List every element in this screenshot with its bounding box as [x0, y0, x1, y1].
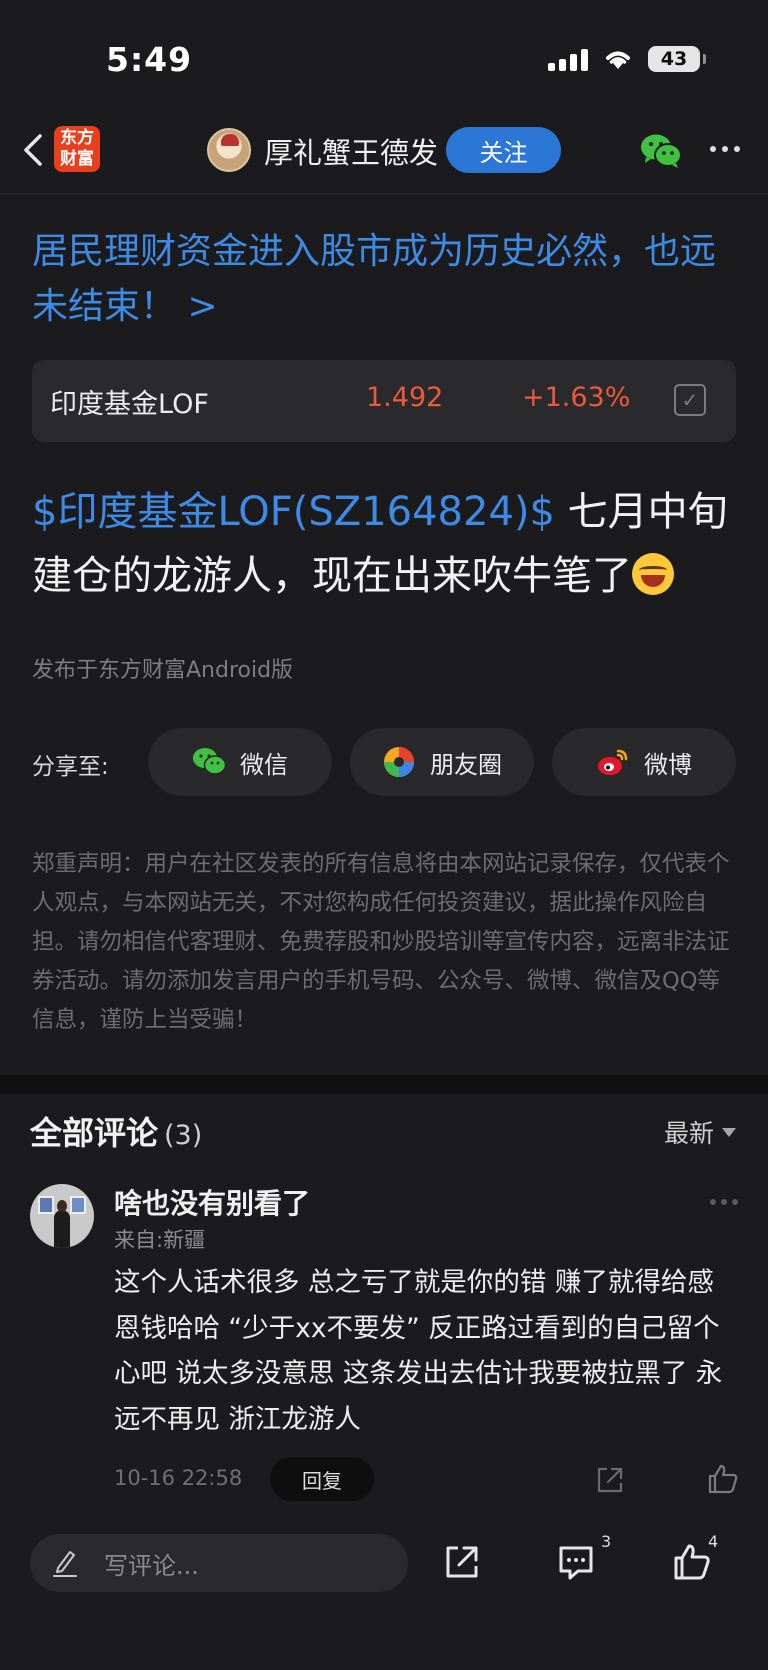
- back-arrow-icon[interactable]: [14, 130, 54, 170]
- logo-text-bottom: 财富: [60, 149, 94, 169]
- comment-more-icon[interactable]: [710, 1199, 738, 1205]
- reply-button[interactable]: 回复: [270, 1457, 374, 1501]
- status-bar: 5:49 43: [0, 0, 768, 110]
- comment-time: 10-16 22:58: [114, 1466, 243, 1490]
- follow-button[interactable]: 关注: [446, 127, 561, 173]
- sort-dropdown[interactable]: 最新: [664, 1114, 736, 1150]
- comment-author[interactable]: 啥也没有别看了: [114, 1182, 310, 1222]
- fund-price: 1.492: [366, 382, 444, 413]
- post-source: 发布于东方财富Android版: [32, 658, 294, 683]
- comment-like-icon[interactable]: [706, 1462, 740, 1496]
- weibo-icon: [598, 749, 628, 775]
- status-time: 5:49: [106, 40, 193, 79]
- share-weibo-label: 微博: [644, 750, 692, 779]
- wechat-icon: [193, 748, 226, 775]
- laughing-tears-emoji-icon: [632, 553, 674, 595]
- like-count-badge: 4: [708, 1532, 719, 1551]
- wechat-share-icon[interactable]: [640, 132, 682, 170]
- topic-link[interactable]: 居民理财资金进入股市成为历史必然，也远未结束！ >: [32, 224, 742, 334]
- fund-change: +1.63%: [522, 382, 631, 413]
- eastmoney-logo[interactable]: 东方 财富: [54, 126, 100, 172]
- comment-avatar[interactable]: [30, 1184, 94, 1248]
- share-label: 分享至:: [32, 754, 109, 780]
- disclaimer-text: 郑重声明：用户在社区发表的所有信息将由本网站记录保存，仅代表个人观点，与本网站无…: [32, 851, 730, 1033]
- comment-text: 这个人话术很多 总之亏了就是你的错 赚了就得给感恩钱哈哈 “少于xx不要发” 反…: [114, 1267, 723, 1435]
- like-thumb-icon[interactable]: [672, 1542, 712, 1582]
- section-divider: [0, 1075, 768, 1094]
- pencil-icon: [53, 1551, 77, 1577]
- comment-location: 来自:新疆: [114, 1228, 206, 1252]
- author-name[interactable]: 厚礼蟹王德发: [264, 130, 438, 172]
- share-moments-label: 朋友圈: [430, 750, 502, 779]
- moments-aperture-icon: [384, 747, 414, 777]
- comment-input-placeholder: 写评论...: [104, 1551, 199, 1580]
- battery-icon: 43: [648, 46, 706, 72]
- bottom-action-bar: 写评论... 3 4: [0, 1514, 768, 1670]
- watchlist-check-icon[interactable]: ✓: [674, 384, 706, 416]
- wifi-icon: [606, 51, 630, 69]
- comments-count: (3): [164, 1120, 203, 1151]
- author-avatar[interactable]: [207, 128, 251, 172]
- comment-count-badge: 3: [601, 1532, 612, 1551]
- fund-quote-card[interactable]: 印度基金LOF 1.492 +1.63% ✓: [32, 360, 736, 442]
- comment-input[interactable]: 写评论...: [30, 1534, 408, 1592]
- cellular-signal-icon: [548, 47, 588, 71]
- share-weibo-button[interactable]: 微博: [552, 728, 736, 796]
- stock-tag-link[interactable]: $印度基金LOF(SZ164824)$: [32, 489, 555, 535]
- share-moments-button[interactable]: 朋友圈: [350, 728, 534, 796]
- comment-bubble-icon[interactable]: [556, 1542, 596, 1582]
- comment-share-icon[interactable]: [594, 1464, 626, 1496]
- share-wechat-button[interactable]: 微信: [148, 728, 332, 796]
- dropdown-triangle-icon: [722, 1127, 736, 1137]
- post-body: $印度基金LOF(SZ164824)$ 七月中旬建仓的龙游人，现在出来吹牛笔了: [32, 480, 742, 608]
- sort-label: 最新: [663, 1119, 714, 1148]
- nav-header: 东方 财富 厚礼蟹王德发 关注: [0, 110, 768, 194]
- share-wechat-label: 微信: [240, 750, 288, 779]
- share-icon[interactable]: [442, 1542, 482, 1582]
- status-icons: 43: [548, 46, 706, 72]
- more-options-icon[interactable]: [710, 146, 740, 152]
- comments-header: 全部评论 (3): [30, 1108, 202, 1154]
- logo-text-top: 东方: [60, 128, 94, 148]
- fund-name: 印度基金LOF: [50, 389, 209, 420]
- comments-title: 全部评论: [30, 1114, 159, 1152]
